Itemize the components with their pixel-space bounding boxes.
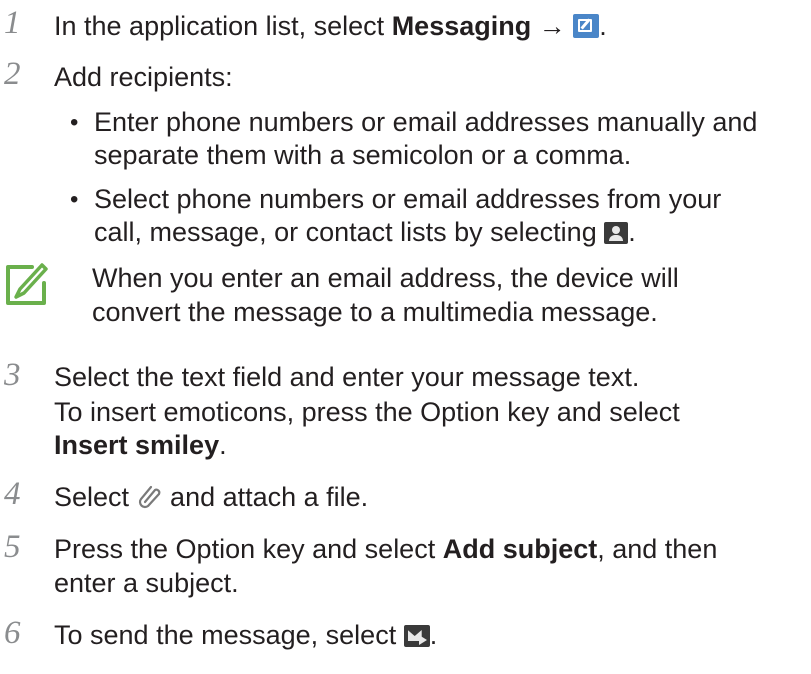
step-2-text: Add recipients: xyxy=(54,62,233,92)
note-pencil-icon xyxy=(6,263,48,305)
paperclip-icon xyxy=(138,485,160,509)
bullet-1-line-1: Enter phone numbers or email addresses m… xyxy=(94,107,758,137)
step-3-line-2: To insert emoticons, press the Option ke… xyxy=(54,397,680,427)
messaging-label: Messaging xyxy=(391,11,532,41)
step-number-3: 3 xyxy=(4,357,21,393)
step-number-1: 1 xyxy=(4,5,21,41)
step-5-line-1: Press the Option key and select Add subj… xyxy=(54,534,718,564)
step-3-line-1: Select the text field and enter your mes… xyxy=(54,362,640,392)
insert-smiley-label: Insert smiley xyxy=(54,430,220,460)
step-3-line-3: Insert smiley. xyxy=(54,430,227,460)
compose-icon xyxy=(573,14,600,38)
step-1-text: In the application list, select Messagin… xyxy=(54,11,607,41)
bullet-icon: • xyxy=(70,186,79,213)
bullet-2-line-1: Select phone numbers or email addresses … xyxy=(94,184,722,214)
step-number-6: 6 xyxy=(4,615,21,651)
step-6-text: To send the message, select . xyxy=(54,620,438,650)
send-icon xyxy=(403,625,430,647)
note-line-1: When you enter an email address, the dev… xyxy=(92,263,679,293)
step-number-4: 4 xyxy=(4,476,21,512)
step-number-2: 2 xyxy=(4,56,21,92)
note-line-2: convert the message to a multimedia mess… xyxy=(92,297,658,327)
contacts-icon xyxy=(604,222,629,244)
bullet-2-line-2: call, message, or contact lists by selec… xyxy=(94,217,636,247)
step-4-text: Select and attach a file. xyxy=(54,482,369,512)
add-subject-label: Add subject xyxy=(442,534,598,564)
step-5-line-2: enter a subject. xyxy=(54,568,239,598)
instruction-page: 1 In the application list, select Messag… xyxy=(0,0,811,674)
bullet-icon: • xyxy=(70,109,79,136)
bullet-1-line-2: separate them with a semicolon or a comm… xyxy=(94,140,632,170)
step-number-5: 5 xyxy=(4,529,21,565)
